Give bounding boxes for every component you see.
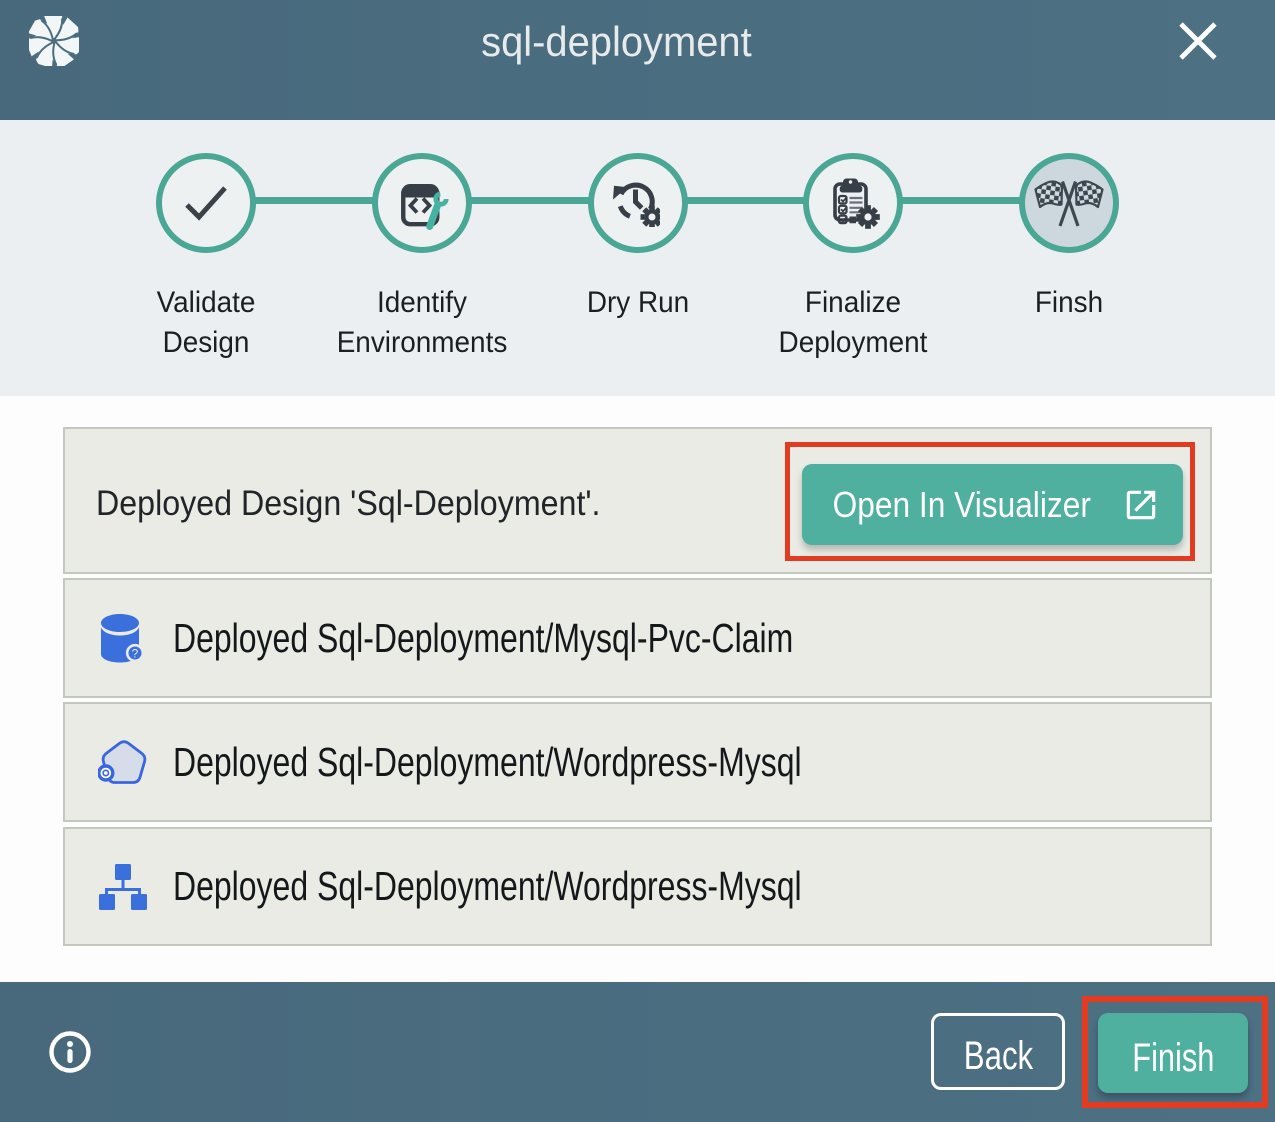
svg-text:?: ? (132, 647, 139, 661)
